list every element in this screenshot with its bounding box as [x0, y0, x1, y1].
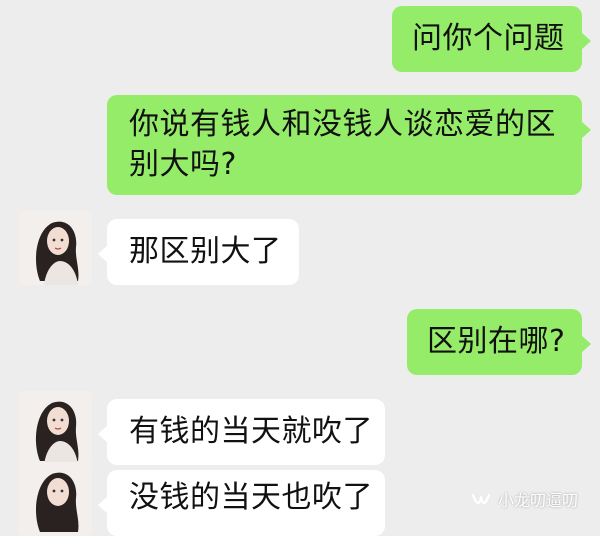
message-bubble-received[interactable]: 没钱的当天也吹了	[98, 470, 385, 536]
message-text: 没钱的当天也吹了	[129, 480, 373, 515]
message-bubble-sent[interactable]: 问你个问题	[392, 6, 591, 72]
woman-portrait-icon	[18, 391, 92, 465]
watermark: 小龙叨逼叨	[470, 487, 578, 511]
message-bubble-sent[interactable]: 区别在哪?	[407, 309, 591, 375]
woman-portrait-icon	[18, 211, 92, 285]
contact-avatar[interactable]	[18, 462, 92, 536]
message-text: 有钱的当天就吹了	[129, 414, 373, 449]
message-text: 问你个问题	[412, 21, 565, 56]
message-text: 那区别大了	[129, 234, 282, 269]
message-bubble-received[interactable]: 有钱的当天就吹了	[98, 399, 385, 465]
message-bubble-received[interactable]: 那区别大了	[98, 219, 299, 285]
message-bubble-sent[interactable]: 你说有钱人和没钱人谈恋爱的区别大吗?	[107, 95, 591, 195]
message-text: 你说有钱人和没钱人谈恋爱的区别大吗?	[129, 107, 556, 182]
chat-window: 问你个问题 你说有钱人和没钱人谈恋爱的区别大吗? 那区别大了 区别在哪? 有钱的…	[0, 0, 600, 536]
watermark-text: 小龙叨逼叨	[497, 491, 578, 510]
contact-avatar[interactable]	[18, 211, 92, 285]
wechat-channel-icon	[470, 488, 492, 510]
contact-avatar[interactable]	[18, 391, 92, 465]
woman-portrait-icon	[18, 462, 92, 536]
message-text: 区别在哪?	[427, 324, 566, 359]
